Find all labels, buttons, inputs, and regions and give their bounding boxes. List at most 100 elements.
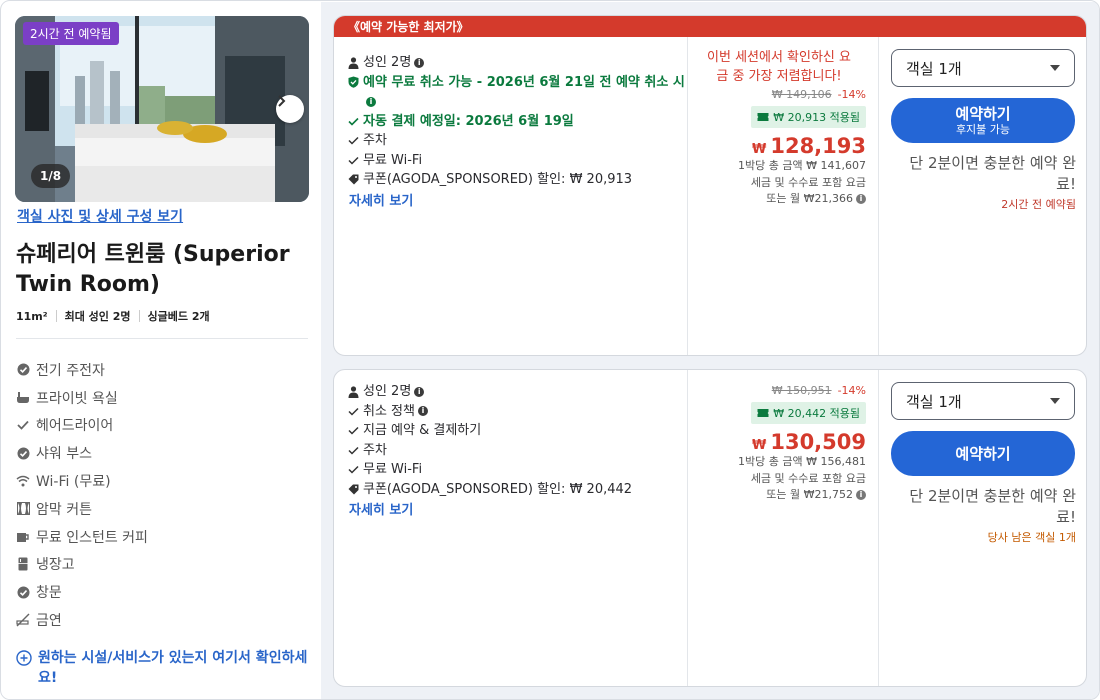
amenity-item: 금연 (16, 606, 148, 634)
chevron-right-icon (278, 95, 286, 107)
feature-coupon: 쿠폰(AGODA_SPONSORED) 할인: ₩ 20,442 (347, 480, 687, 500)
book-button[interactable]: 예약하기 (891, 431, 1075, 476)
shield-check-icon (347, 73, 359, 92)
room-photos-link[interactable]: 객실 사진 및 상세 구성 보기 (17, 206, 183, 226)
offer-card: 《예약 가능한 최저가》 성인 2명 i 예약 무료 취소 가능 - 2026년 … (333, 15, 1087, 356)
discount-percent: -14% (837, 88, 866, 101)
offer-pricing: 이번 세션에서 확인하신 요금 중 가장 저렴합니다! ₩ 149,106 -14… (687, 37, 879, 355)
room-size: 11m² (16, 309, 48, 323)
book-button[interactable]: 예약하기 후지불 가능 (891, 98, 1075, 143)
info-icon[interactable]: i (414, 386, 425, 397)
feature-free-cancellation: 예약 무료 취소 가능 - 2026년 6월 21일 전 예약 취소 시i (347, 73, 687, 112)
offer-details-link[interactable]: 자세히 보기 (347, 190, 687, 209)
check-icon (16, 418, 30, 432)
room-offer-panel: 2시간 전 예약됨 1/8 객실 사진 및 상세 구성 보기 슈페리어 트윈룸 … (0, 0, 1100, 700)
check-icon (347, 151, 359, 170)
photo-counter: 1/8 (31, 164, 71, 188)
divider (16, 338, 308, 339)
person-icon (347, 382, 359, 401)
amenity-item: 무료 인스턴트 커피 (16, 523, 148, 551)
caret-down-icon (1050, 398, 1060, 404)
feature-occupancy: 성인 2명 i (347, 382, 687, 402)
bath-icon (16, 391, 30, 405)
offer-details-link[interactable]: 자세히 보기 (347, 499, 687, 518)
feature-occupancy: 성인 2명 i (347, 53, 687, 73)
original-price: ₩ 149,106 -14% (771, 88, 866, 101)
feature-parking: 주차 (347, 441, 687, 461)
cheapest-promo-text: 이번 세션에서 확인하신 요금 중 가장 저렴합니다! (707, 50, 851, 84)
tag-icon (347, 480, 359, 499)
info-icon[interactable]: i (856, 490, 866, 500)
check-circle-icon (16, 446, 30, 460)
offer-features: 성인 2명i 취소 정책i 지금 예약 & 결제하기 주차 무료 Wi-Fi (334, 370, 687, 686)
amenity-item: 샤워 부스 (16, 439, 148, 467)
check-icon (347, 460, 359, 479)
room-photo-carousel[interactable]: 2시간 전 예약됨 1/8 (15, 16, 309, 202)
check-icon (347, 112, 359, 131)
per-night-total: 1박당 총 금액 ₩ 141,607 (738, 159, 866, 172)
bed-type: 싱글베드 2개 (147, 310, 210, 323)
person-icon (347, 53, 359, 72)
check-icon (347, 402, 359, 421)
offer-booking: 객실 1개 예약하기 후지불 가능 단 2분이면 충분한 예약 완료! 2시간 … (879, 37, 1086, 355)
feature-coupon: 쿠폰(AGODA_SPONSORED) 할인: ₩ 20,913 (347, 170, 687, 190)
amenity-item: 헤어드라이어 (16, 412, 148, 440)
original-price: ₩ 150,951 -14% (771, 384, 866, 397)
room-title: 슈페리어 트윈룸 (Superior Twin Room) (16, 242, 290, 297)
max-occupancy: 최대 성인 2명 (64, 310, 131, 323)
recent-booking-note: 2시간 전 예약됨 (1001, 198, 1076, 211)
room-quantity-select[interactable]: 객실 1개 (891, 49, 1075, 87)
booked-recently-badge: 2시간 전 예약됨 (23, 22, 119, 45)
plus-circle-icon (16, 650, 32, 666)
feature-parking: 주차 (347, 131, 687, 151)
no-smoking-icon (16, 613, 30, 627)
amenity-list: 전기 주전자 프라이빗 욕실 헤어드라이어 샤워 부스 Wi-Fi (무료) 암… (16, 356, 148, 634)
discount-percent: -14% (837, 384, 866, 397)
amenity-item: 전기 주전자 (16, 356, 148, 384)
room-specs: 11m² 최대 성인 2명 싱글베드 2개 (16, 308, 210, 324)
feature-wifi: 무료 Wi-Fi (347, 151, 687, 171)
offer-card: 성인 2명i 취소 정책i 지금 예약 & 결제하기 주차 무료 Wi-Fi (333, 369, 1087, 687)
amenity-item: 창문 (16, 578, 148, 606)
check-circle-icon (16, 363, 30, 377)
coffee-icon (16, 530, 30, 544)
check-icon (347, 421, 359, 440)
info-icon[interactable]: i (417, 406, 428, 416)
amenity-item: 프라이빗 욕실 (16, 384, 148, 412)
tax-note: 세금 및 수수료 포함 요금 (750, 471, 866, 485)
info-icon[interactable]: i (414, 57, 425, 68)
check-icon (347, 441, 359, 460)
final-price: ₩130,509 (752, 430, 866, 454)
amenity-item: 암막 커튼 (16, 495, 148, 523)
check-circle-icon (16, 585, 30, 599)
room-quantity-select[interactable]: 객실 1개 (891, 382, 1075, 420)
room-info-column: 2시간 전 예약됨 1/8 객실 사진 및 상세 구성 보기 슈페리어 트윈룸 … (2, 2, 320, 699)
check-icon (347, 131, 359, 150)
offer-booking: 객실 1개 예약하기 단 2분이면 충분한 예약 완료! 당사 남은 객실 1개 (879, 370, 1086, 686)
offer-features: 성인 2명 i 예약 무료 취소 가능 - 2026년 6월 21일 전 예약 취… (334, 37, 687, 355)
urgency-message: 단 2분이면 충분한 예약 완료! (909, 487, 1076, 526)
feature-cancellation-policy: 취소 정책 i (347, 402, 687, 422)
curtain-icon (16, 502, 30, 516)
next-photo-button[interactable] (276, 95, 304, 123)
info-icon[interactable]: i (366, 96, 376, 107)
offer-pricing: ₩ 150,951 -14% ₩ 20,442 적용됨 ₩130,509 1박당 … (687, 370, 879, 686)
rooms-left-note: 당사 남은 객실 1개 (987, 531, 1076, 544)
final-price: ₩128,193 (752, 134, 866, 158)
coupon-applied-badge: ₩ 20,913 적용됨 (751, 106, 866, 128)
feature-wifi: 무료 Wi-Fi (347, 460, 687, 480)
ticket-icon (757, 408, 769, 418)
per-night-total: 1박당 총 금액 ₩ 156,481 (738, 455, 866, 468)
coupon-applied-badge: ₩ 20,442 적용됨 (751, 402, 866, 424)
tax-note: 세금 및 수수료 포함 요금 (750, 175, 866, 189)
amenity-inquiry-link[interactable]: 원하는 시설/서비스가 있는지 여기서 확인하세요! (16, 648, 312, 688)
tag-icon (347, 170, 359, 189)
lowest-price-banner: 《예약 가능한 최저가》 (334, 16, 1086, 37)
wifi-icon (16, 474, 30, 488)
amenity-item: 냉장고 (16, 551, 148, 579)
offers-column: 《예약 가능한 최저가》 성인 2명 i 예약 무료 취소 가능 - 2026년 … (321, 2, 1099, 699)
feature-auto-payment: 자동 결제 예정일: 2026년 6월 19일 (347, 112, 687, 132)
info-icon[interactable]: i (856, 194, 866, 204)
urgency-message: 단 2분이면 충분한 예약 완료! (909, 154, 1076, 193)
feature-pay-now: 지금 예약 & 결제하기 (347, 421, 687, 441)
